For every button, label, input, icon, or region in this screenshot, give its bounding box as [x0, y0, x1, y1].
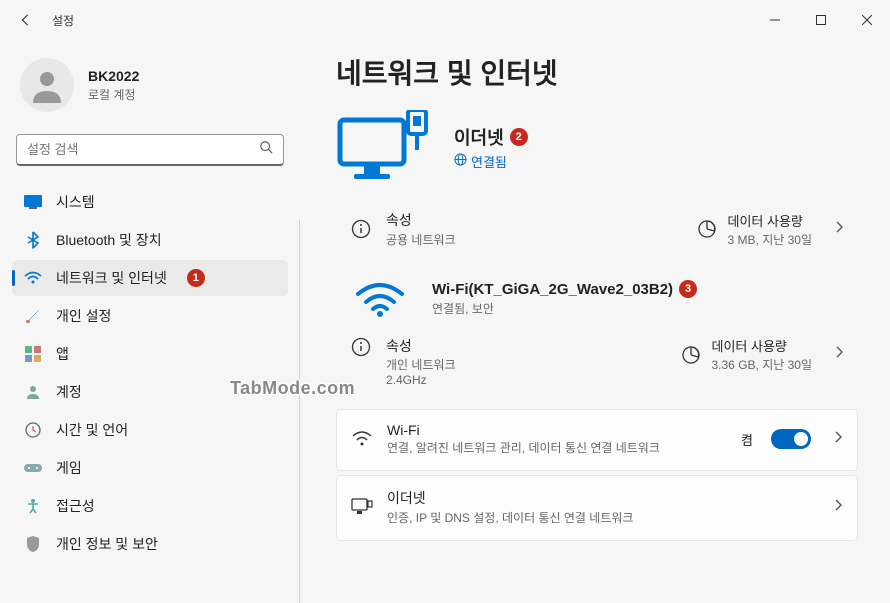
- account-icon: [24, 383, 42, 401]
- bluetooth-icon: [24, 231, 42, 249]
- sidebar-item-label: 시스템: [56, 192, 95, 212]
- page-title: 네트워크 및 인터넷: [336, 52, 858, 92]
- user-name: BK2022: [88, 68, 139, 84]
- sidebar-item-bluetooth[interactable]: Bluetooth 및 장치: [12, 222, 288, 258]
- ethernet-monitor-icon: [336, 110, 432, 184]
- sidebar-item-label: 접근성: [56, 496, 95, 516]
- ethernet-setting-sub: 인증, IP 및 DNS 설정, 데이터 통신 연결 네트워크: [387, 509, 807, 526]
- avatar: [20, 58, 74, 112]
- info-icon: [350, 218, 372, 240]
- search-icon: [259, 140, 273, 159]
- wifi-setting-sub: 연결, 알려진 네트워크 관리, 데이터 통신 연결 네트워크: [387, 439, 727, 456]
- wifi-props-sub: 개인 네트워크: [386, 356, 666, 373]
- sidebar-item-privacy[interactable]: 개인 정보 및 보안: [12, 526, 288, 562]
- sidebar-item-personalization[interactable]: 개인 설정: [12, 298, 288, 334]
- sidebar-item-time-language[interactable]: 시간 및 언어: [12, 412, 288, 448]
- search-input[interactable]: [27, 142, 259, 157]
- sidebar-item-label: 개인 정보 및 보안: [56, 534, 158, 554]
- sidebar-item-gaming[interactable]: 게임: [12, 450, 288, 486]
- back-button[interactable]: [12, 6, 40, 34]
- ethernet-props-sub: 공용 네트워크: [386, 231, 682, 248]
- window-title: 설정: [52, 12, 74, 29]
- info-icon: [350, 336, 372, 358]
- chevron-right-icon: [834, 345, 844, 364]
- chevron-right-icon: [833, 498, 843, 517]
- sidebar-item-label: Bluetooth 및 장치: [56, 230, 162, 250]
- wifi-props-title: 속성: [386, 336, 666, 356]
- access-icon: [24, 497, 42, 515]
- wifi-toggle-label: 켬: [741, 430, 753, 449]
- sidebar-item-label: 계정: [56, 382, 82, 402]
- sidebar-item-label: 게임: [56, 458, 82, 478]
- wifi-properties-row[interactable]: 속성 개인 네트워크 2.4GHz 데이터 사용량 3.36 GB, 지난 30…: [336, 324, 858, 401]
- ethernet-settings-row[interactable]: 이더넷 인증, IP 및 DNS 설정, 데이터 통신 연결 네트워크: [336, 475, 858, 541]
- globe-icon: [454, 153, 467, 169]
- apps-icon: [24, 345, 42, 363]
- wifi-data-sub: 3.36 GB, 지난 30일: [712, 356, 813, 373]
- sidebar-item-network[interactable]: 네트워크 및 인터넷 1: [12, 260, 288, 296]
- time-icon: [24, 421, 42, 439]
- ethernet-data-sub: 3 MB, 지난 30일: [728, 231, 812, 248]
- ethernet-props-title: 속성: [386, 210, 682, 230]
- annotation-badge-3: 3: [679, 280, 697, 298]
- sidebar-item-label: 앱: [56, 344, 69, 364]
- sidebar-item-label: 개인 설정: [56, 306, 111, 326]
- chevron-right-icon: [833, 430, 843, 449]
- search-box[interactable]: [16, 134, 284, 166]
- wifi-hero: Wi-Fi(KT_GiGA_2G_Wave2_03B2) 3 연결됨, 보안: [336, 262, 858, 324]
- wifi-toggle[interactable]: [771, 429, 811, 449]
- user-profile[interactable]: BK2022 로컬 계정: [12, 58, 288, 134]
- close-button[interactable]: [844, 4, 890, 36]
- sidebar-item-accounts[interactable]: 계정: [12, 374, 288, 410]
- shield-icon: [24, 535, 42, 553]
- sidebar-item-label: 시간 및 언어: [56, 420, 128, 440]
- ethernet-properties-row[interactable]: 속성 공용 네트워크 데이터 사용량 3 MB, 지난 30일: [336, 198, 858, 262]
- wifi-props-band: 2.4GHz: [386, 373, 666, 387]
- data-usage-icon: [696, 218, 718, 240]
- ethernet-hero: 이더넷 2 연결됨: [336, 110, 858, 184]
- wifi-settings-row[interactable]: Wi-Fi 연결, 알려진 네트워크 관리, 데이터 통신 연결 네트워크 켬: [336, 409, 858, 471]
- wifi-icon: [351, 428, 373, 450]
- maximize-button[interactable]: [798, 4, 844, 36]
- chevron-right-icon: [834, 220, 844, 239]
- annotation-badge-2: 2: [510, 128, 528, 146]
- system-icon: [24, 193, 42, 211]
- minimize-button[interactable]: [752, 4, 798, 36]
- wifi-title: Wi-Fi(KT_GiGA_2G_Wave2_03B2): [432, 281, 673, 298]
- sidebar-item-system[interactable]: 시스템: [12, 184, 288, 220]
- ethernet-data-title: 데이터 사용량: [728, 211, 812, 230]
- ethernet-title: 이더넷: [454, 124, 504, 150]
- wifi-data-title: 데이터 사용량: [712, 336, 813, 355]
- game-icon: [24, 459, 42, 477]
- brush-icon: [24, 307, 42, 325]
- wifi-icon-large: [350, 280, 410, 318]
- wifi-icon: [24, 269, 42, 287]
- ethernet-setting-title: 이더넷: [387, 488, 807, 508]
- wifi-setting-title: Wi-Fi: [387, 422, 727, 438]
- data-usage-icon: [680, 344, 702, 366]
- annotation-badge-1: 1: [187, 269, 205, 287]
- user-account-type: 로컬 계정: [88, 86, 139, 103]
- ethernet-status: 연결됨: [471, 152, 507, 171]
- sidebar-item-accessibility[interactable]: 접근성: [12, 488, 288, 524]
- sidebar-item-apps[interactable]: 앱: [12, 336, 288, 372]
- wifi-status: 연결됨, 보안: [432, 300, 697, 317]
- ethernet-icon: [351, 496, 373, 518]
- sidebar-item-label: 네트워크 및 인터넷: [56, 268, 167, 288]
